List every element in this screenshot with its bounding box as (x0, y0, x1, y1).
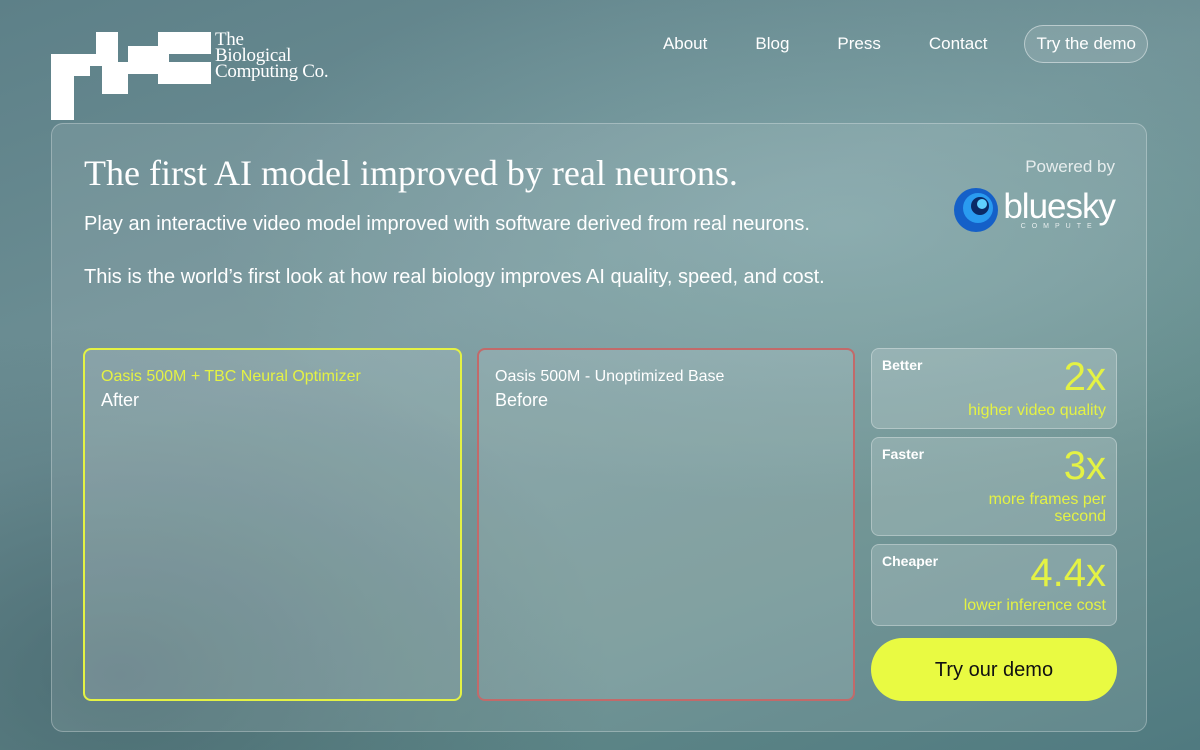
page-title: The first AI model improved by real neur… (84, 153, 738, 193)
nav-contact[interactable]: Contact (929, 34, 988, 54)
stat-value: 4.4x (1030, 551, 1106, 595)
bluesky-swirl-icon (954, 188, 999, 232)
hero-description: This is the world’s first look at how re… (84, 266, 825, 288)
stat-desc: lower inference cost (963, 597, 1106, 614)
hero-card: The first AI model improved by real neur… (51, 123, 1147, 732)
video-before-panel[interactable]: Oasis 500M - Unoptimized Base Before (477, 348, 855, 701)
brand-name: The Biological Computing Co. (215, 30, 329, 82)
try-our-demo-button[interactable]: Try our demo (871, 638, 1117, 701)
video-after-panel[interactable]: Oasis 500M + TBC Neural Optimizer After (83, 348, 462, 701)
stat-value: 2x (1063, 355, 1106, 399)
stat-name: Faster (882, 446, 925, 462)
tbc-logo-icon (51, 32, 211, 120)
stat-name: Better (882, 357, 923, 373)
bluesky-name: bluesky (1003, 186, 1116, 226)
nav-blog[interactable]: Blog (755, 34, 789, 54)
stat-card-faster: Faster 3x more frames per second (871, 437, 1117, 536)
bluesky-logo[interactable]: bluesky COMPUTE (953, 186, 1116, 233)
brand-logo[interactable]: The Biological Computing Co. (51, 30, 351, 122)
video-after-state: After (101, 390, 140, 410)
nav-try-demo-button[interactable]: Try the demo (1024, 25, 1148, 63)
stat-value: 3x (1063, 444, 1106, 488)
stat-card-cheaper: Cheaper 4.4x lower inference cost (871, 544, 1117, 626)
stat-desc: more frames per second (988, 491, 1106, 525)
brand-line-3: Computing Co. (215, 61, 329, 82)
stat-desc: higher video quality (968, 402, 1106, 419)
hero-subtitle: Play an interactive video model improved… (84, 213, 810, 235)
nav-about[interactable]: About (663, 34, 707, 54)
stat-card-better: Better 2x higher video quality (871, 348, 1117, 429)
stat-name: Cheaper (882, 553, 939, 569)
nav-press[interactable]: Press (837, 34, 880, 54)
main-nav: About Blog Press Contact Try the demo (663, 25, 1148, 63)
video-after-label: Oasis 500M + TBC Neural Optimizer (101, 368, 361, 385)
powered-by-label: Powered by (1025, 157, 1115, 176)
video-before-label: Oasis 500M - Unoptimized Base (495, 368, 725, 385)
video-before-state: Before (495, 390, 549, 410)
bluesky-sub: COMPUTE (1020, 222, 1098, 230)
